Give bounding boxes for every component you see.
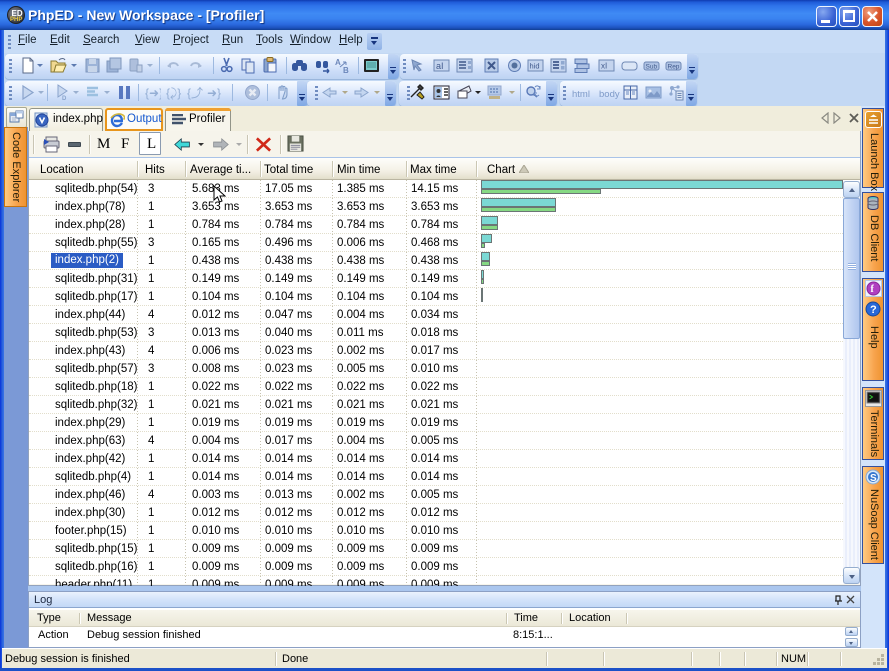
svg-text:{➜}: {➜}	[145, 86, 161, 100]
svg-text:aI: aI	[436, 61, 444, 71]
svg-text:B: B	[343, 66, 349, 74]
svg-text:hid: hid	[530, 62, 540, 71]
svg-text:{⤸}: {⤸}	[166, 86, 181, 100]
svg-text:Sub: Sub	[646, 64, 658, 71]
svg-text:S: S	[870, 473, 877, 484]
svg-text:?: ?	[870, 304, 877, 316]
svg-text:{⤴: {⤴	[187, 85, 203, 100]
svg-text:Rep: Rep	[668, 64, 680, 71]
svg-text:D: D	[62, 96, 67, 101]
svg-text:➜}: ➜}	[207, 86, 221, 100]
svg-text:A: A	[335, 58, 341, 67]
svg-text:xI: xI	[601, 62, 607, 71]
